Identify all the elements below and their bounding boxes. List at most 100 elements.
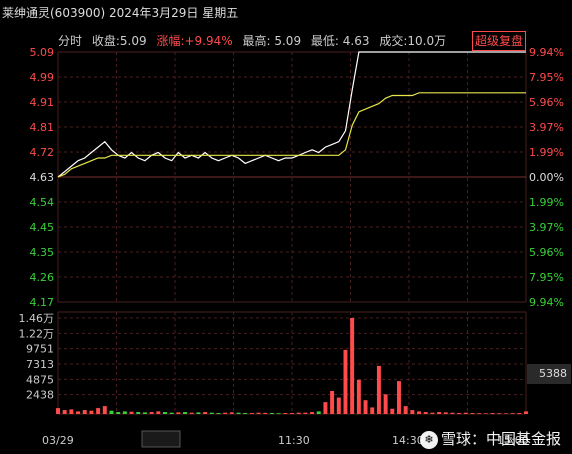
volume-bar: [89, 410, 94, 414]
volume-bar: [122, 411, 127, 414]
volume-bar: [343, 349, 348, 414]
volume-bar: [223, 412, 228, 414]
pct-tick-label: 3.97%: [529, 121, 564, 134]
volume-bar: [142, 412, 147, 414]
volume-bar: [497, 413, 502, 414]
volume-bar: [203, 412, 208, 414]
pct-tick-label: 1.99%: [529, 196, 564, 209]
volume-bar: [330, 390, 335, 414]
pct-tick-label: 5.96%: [529, 96, 564, 109]
volume-bar: [243, 413, 248, 414]
volume-bar: [76, 411, 81, 414]
volume-bar: [490, 413, 495, 414]
intraday-chart: 5.09 9.94% 4.99 7.95% 4.91 5.96% 4.81 3.97% 4.72…: [19, 46, 564, 448]
snowball-icon: ❄: [420, 430, 438, 449]
volume-bar: [450, 412, 455, 414]
pct-tick-label: 3.97%: [529, 221, 564, 234]
volume-bar: [116, 412, 121, 414]
volume-bar: [283, 413, 288, 414]
pct-tick-label: 9.94%: [529, 296, 564, 309]
volume-bar: [396, 381, 401, 414]
volume-bar: [517, 413, 522, 414]
price-tick-label: 4.81: [30, 121, 55, 134]
volume-bar: [162, 412, 167, 414]
volume-bar: [256, 412, 261, 414]
volume-bar: [176, 412, 181, 414]
volume-bar: [350, 318, 355, 414]
price-tick-label: 4.45: [30, 221, 55, 234]
volume-bar: [417, 411, 422, 414]
volume-bar: [209, 412, 214, 414]
volume-bar: [437, 412, 442, 414]
volume-tick-label: 9751: [26, 343, 54, 356]
volume-bar: [510, 413, 515, 414]
volume-bar: [524, 411, 528, 414]
volume-bar: [69, 409, 74, 414]
price-tick-label: 4.54: [30, 196, 55, 209]
volume-tick-label: 7313: [26, 358, 54, 371]
current-volume-box: 5388: [527, 364, 571, 384]
price-tick-label: 4.35: [30, 246, 55, 259]
chart-axes: 5.09 9.94% 4.99 7.95% 4.91 5.96% 4.81 3.97% 4.72…: [19, 46, 564, 448]
volume-bar: [370, 407, 375, 414]
price-tick-label: 4.26: [30, 271, 55, 284]
volume-bar: [477, 413, 482, 414]
volume-bar: [136, 412, 141, 414]
volume-bar: [129, 411, 134, 414]
chart-grid: [57, 51, 527, 415]
volume-bar: [263, 412, 268, 414]
pct-tick-label: 7.95%: [529, 271, 564, 284]
avg-line: [57, 92, 526, 178]
volume-bar: [290, 413, 294, 414]
volume-bar: [376, 365, 381, 414]
volume-bar: [276, 413, 281, 414]
volume-bar: [323, 402, 328, 414]
volume-bar: [62, 410, 67, 414]
volume-bar: [336, 397, 341, 414]
volume-bar: [363, 400, 368, 414]
volume-bar: [303, 412, 308, 414]
volume-bar: [483, 413, 488, 414]
volume-bar: [457, 413, 462, 414]
volume-bar: [189, 412, 194, 414]
volume-bar: [316, 411, 321, 414]
volume-tick-label: 1.46万: [19, 312, 55, 325]
volume-bar: [403, 406, 408, 414]
volume-bar: [183, 412, 188, 414]
pct-tick-label: 1.99%: [529, 146, 564, 159]
pct-tick-label: 7.95%: [529, 71, 564, 84]
volume-bar: [390, 408, 395, 414]
volume-bar: [296, 412, 301, 414]
volume-bar: [236, 412, 241, 414]
volume-bar: [470, 413, 475, 414]
time-tick-label: 03/29: [42, 434, 74, 447]
volume-bar: [310, 412, 315, 414]
time-cursor-box: [141, 430, 181, 448]
time-tick-label: 11:30: [278, 434, 310, 447]
volume-tick-label: 2438: [26, 389, 54, 402]
volume-bar: [169, 412, 174, 414]
volume-bar: [356, 379, 361, 414]
volume-bar: [96, 408, 101, 414]
volume-bar: [430, 412, 435, 414]
volume-bar: [156, 411, 161, 414]
price-tick-label: 5.09: [30, 46, 55, 59]
pct-tick-label: 5.96%: [529, 246, 564, 259]
watermark-text: 雪球：中国基金报: [441, 430, 562, 448]
volume-bar: [216, 413, 221, 414]
price-tick-label: 4.17: [30, 296, 55, 309]
volume-bar: [196, 412, 201, 414]
time-tick-label: 14:30: [392, 434, 424, 447]
volume-bar: [102, 406, 107, 414]
volume-bar: [423, 412, 428, 414]
price-tick-label: 4.99: [30, 71, 55, 84]
volume-bar: [410, 410, 415, 414]
volume-bar: [463, 412, 468, 414]
volume-bar: [109, 410, 114, 414]
volume-bar: [249, 413, 254, 414]
volume-bar: [82, 410, 87, 414]
watermark: ❄ 雪球：中国基金报: [420, 428, 561, 449]
volume-tick-label: 4875: [26, 373, 54, 386]
pct-tick-label: 0.00%: [529, 171, 564, 184]
volume-bar: [229, 412, 234, 414]
